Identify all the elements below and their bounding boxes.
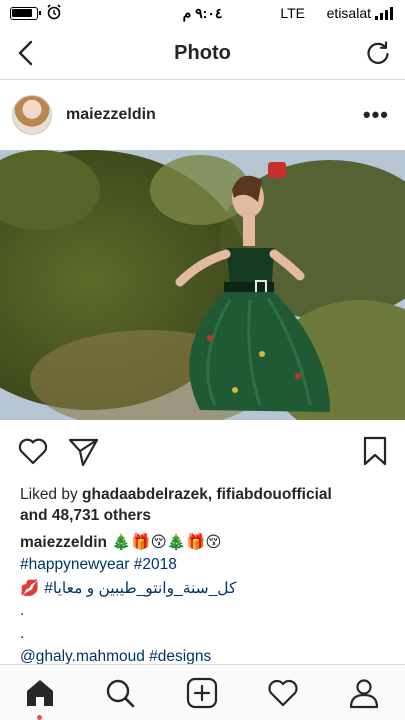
carrier-name: etisalat — [326, 5, 371, 21]
bookmark-icon[interactable] — [358, 434, 392, 468]
caption-username[interactable]: maiezzeldin — [20, 534, 107, 551]
activity-heart-icon[interactable] — [265, 675, 301, 711]
caption-line-3: 💋 #كل_سنة_وانتو_طيبين و معايا — [20, 577, 395, 600]
more-options-button[interactable]: ••• — [363, 102, 389, 128]
caption-hashtags[interactable]: #happynewyear #2018 — [20, 554, 395, 577]
caption-line-1: maiezzeldin 🎄🎁😚🎄🎁😚 — [20, 531, 395, 554]
liker-ghadaabdelrazek[interactable]: ghadaabdelrazek — [82, 486, 208, 503]
home-icon[interactable] — [22, 675, 58, 711]
add-post-icon[interactable] — [184, 675, 220, 711]
page-title: Photo — [174, 42, 231, 64]
tab-bar — [0, 664, 405, 720]
network-type: LTE — [280, 5, 305, 21]
post-header: maiezzeldin ••• — [0, 80, 405, 150]
caption-dot-2: . — [20, 625, 25, 642]
likes-and: and — [20, 507, 52, 524]
likes-text: Liked by ghadaabdelrazek, fifiabdouoffic… — [20, 484, 395, 526]
kiss-emoji: 💋 — [20, 579, 45, 597]
caption-arabic-hashtag[interactable]: #كل_سنة_وانتو_طيبين و معايا — [44, 580, 236, 597]
heart-icon[interactable] — [16, 434, 50, 468]
caption-emojis: 🎄🎁😚🎄🎁😚 — [107, 533, 222, 551]
nav-bar: Photo — [0, 28, 405, 80]
profile-icon[interactable] — [346, 675, 382, 711]
liker-fifiabdouofficial[interactable]: fifiabdouofficial — [216, 486, 331, 503]
status-bar: ٩:٠٤ م LTE etisalat — [0, 0, 405, 28]
send-icon[interactable] — [66, 434, 100, 468]
notification-dot — [37, 715, 42, 720]
caption-dot-1: . — [20, 602, 25, 619]
post-photo[interactable] — [0, 150, 405, 420]
post-actions — [0, 420, 405, 480]
likes-prefix: Liked by — [20, 486, 83, 503]
post-username[interactable]: maiezzeldin — [66, 106, 156, 124]
avatar[interactable] — [12, 95, 52, 135]
likes-count[interactable]: 48,731 others — [52, 507, 151, 524]
search-icon[interactable] — [102, 675, 138, 711]
refresh-icon[interactable] — [363, 38, 393, 68]
post-caption: maiezzeldin 🎄🎁😚🎄🎁😚 #happynewyear #2018 💋… — [20, 531, 395, 669]
signal-icon — [375, 6, 395, 20]
